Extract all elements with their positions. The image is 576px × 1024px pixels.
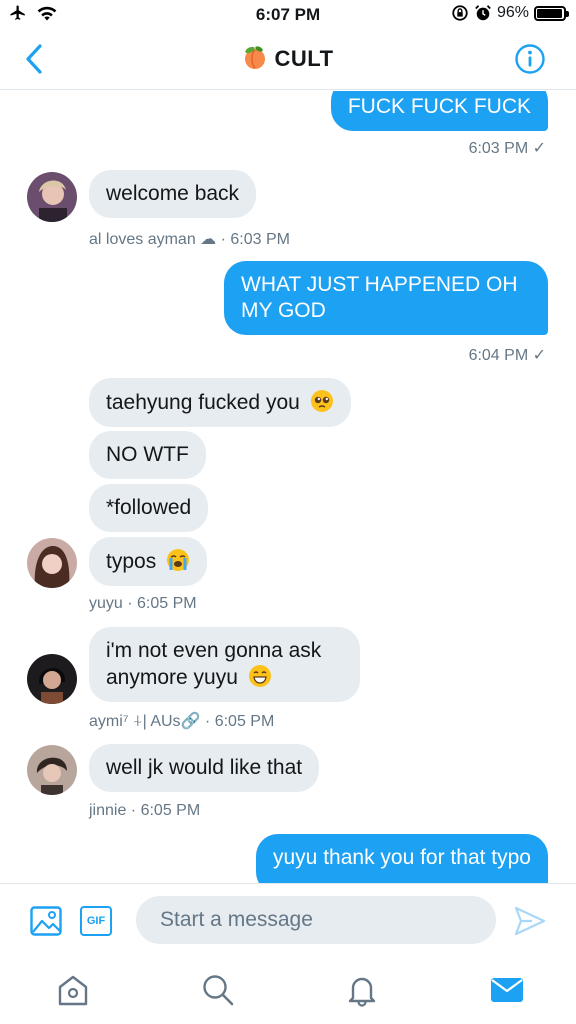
message-bubble-incoming[interactable]: *followed <box>89 484 209 532</box>
home-icon[interactable] <box>55 972 91 1008</box>
conversation-header: CULT <box>0 30 576 90</box>
tab-bar <box>0 956 576 1024</box>
message-text: taehyung fucked you <box>106 391 300 414</box>
message-timestamp: 6:04 PM ✓ <box>468 347 546 364</box>
message-text: *followed <box>106 496 192 519</box>
conversation-title-text: CULT <box>274 46 334 71</box>
message-bubble-outgoing[interactable]: WHAT JUST HAPPENED OH MY GOD <box>224 261 548 335</box>
send-icon[interactable] <box>514 906 546 936</box>
message-text: WHAT JUST HAPPENED OH <box>241 273 518 296</box>
message-bubble-outgoing[interactable]: yuyu thank you for that typo <box>256 834 548 883</box>
message-text: well jk would like that <box>106 756 303 779</box>
notifications-icon[interactable] <box>344 972 380 1008</box>
message-bubble-incoming[interactable]: typos <box>89 537 208 586</box>
message-thread[interactable]: FUCK FUCK FUCK 6:03 PM ✓ welcome back al… <box>0 91 576 883</box>
loudly-crying-face-emoji-icon <box>167 549 190 571</box>
peach-emoji-icon <box>245 46 266 69</box>
message-bubble-incoming[interactable]: NO WTF <box>89 431 206 479</box>
message-bubble-incoming[interactable]: welcome back <box>89 170 257 218</box>
rotation-lock-icon <box>452 5 468 21</box>
message-text: MY GOD <box>241 299 326 322</box>
image-icon[interactable] <box>30 906 62 936</box>
message-sender-meta: jinnie · 6:05 PM <box>89 802 201 819</box>
gif-button[interactable]: GIF <box>80 906 112 936</box>
avatar[interactable] <box>27 172 77 222</box>
info-icon[interactable] <box>514 43 546 75</box>
avatar[interactable] <box>27 654 77 704</box>
conversation-title[interactable]: CULT <box>0 44 576 72</box>
message-bubble-incoming[interactable]: i'm not even gonna ask anymore yuyu <box>89 627 360 702</box>
avatar[interactable] <box>27 538 77 588</box>
message-text: i'm not even gonna ask <box>106 639 322 662</box>
battery-percent: 96% <box>496 4 529 21</box>
message-sender-meta: yuyu · 6:05 PM <box>89 595 197 612</box>
pleading-face-emoji-icon <box>310 390 333 412</box>
message-text: welcome back <box>106 182 240 205</box>
message-sender-meta: aymi⁷ ⍭| AUs🔗 · 6:05 PM <box>89 713 275 730</box>
message-text: NO WTF <box>106 443 189 466</box>
message-text: anymore yuyu <box>106 666 238 689</box>
battery-icon <box>534 5 569 21</box>
status-bar: 6:07 PM 96% <box>0 0 576 30</box>
message-text: typos <box>106 550 157 573</box>
message-text: yuyu thank you for that typo <box>273 846 531 869</box>
message-bubble-outgoing[interactable]: FUCK FUCK FUCK <box>330 91 548 131</box>
message-text: FUCK FUCK FUCK <box>347 95 531 118</box>
message-bubble-incoming[interactable]: taehyung fucked you <box>89 378 351 427</box>
message-input[interactable] <box>136 896 496 944</box>
message-composer: GIF <box>0 883 576 956</box>
alarm-icon <box>475 5 491 21</box>
search-icon[interactable] <box>200 972 236 1008</box>
message-sender-meta: al loves ayman ☁ · 6:03 PM <box>89 231 290 248</box>
message-timestamp: 6:03 PM ✓ <box>468 140 546 157</box>
messages-icon[interactable] <box>489 972 525 1008</box>
avatar[interactable] <box>27 745 77 795</box>
grinning-face-emoji-icon <box>248 665 271 687</box>
message-bubble-incoming[interactable]: well jk would like that <box>89 744 320 792</box>
